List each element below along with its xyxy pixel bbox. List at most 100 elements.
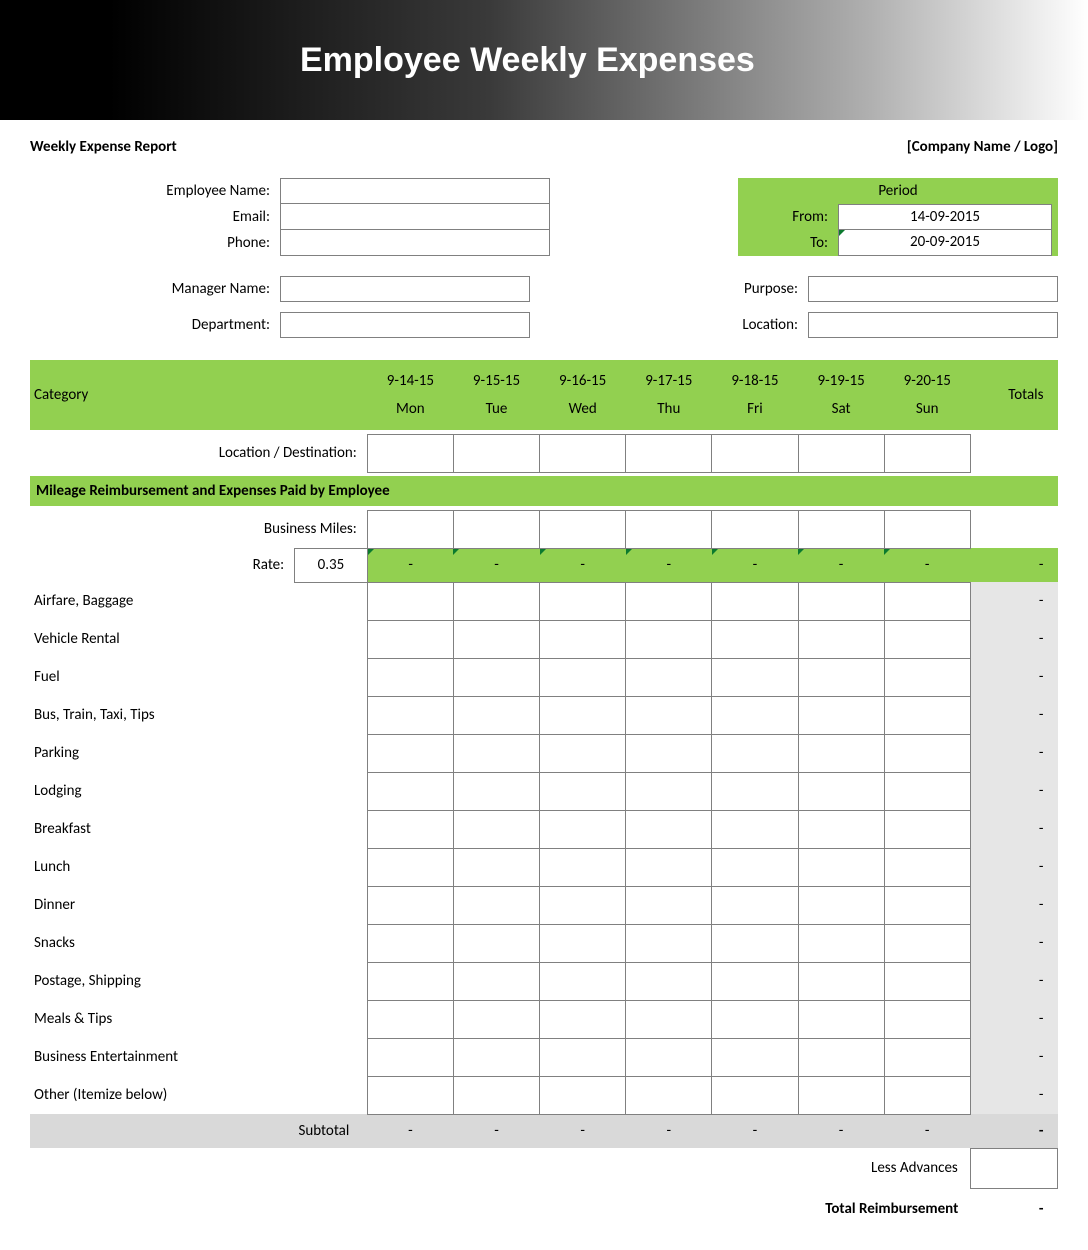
less-advances-input[interactable] bbox=[970, 1148, 1057, 1188]
department-input[interactable] bbox=[280, 312, 530, 338]
expense-cell[interactable] bbox=[884, 1038, 970, 1076]
expense-cell[interactable] bbox=[540, 886, 626, 924]
purpose-input[interactable] bbox=[808, 276, 1058, 302]
expense-cell[interactable] bbox=[712, 886, 798, 924]
expense-cell[interactable] bbox=[367, 848, 453, 886]
expense-cell[interactable] bbox=[626, 696, 712, 734]
expense-cell[interactable] bbox=[540, 1000, 626, 1038]
employee-name-input[interactable] bbox=[280, 178, 550, 204]
expense-cell[interactable] bbox=[884, 1000, 970, 1038]
expense-cell[interactable] bbox=[798, 1000, 884, 1038]
expense-cell[interactable] bbox=[453, 772, 539, 810]
expense-cell[interactable] bbox=[884, 582, 970, 620]
expense-cell[interactable] bbox=[626, 848, 712, 886]
expense-cell[interactable] bbox=[884, 848, 970, 886]
miles-cell[interactable] bbox=[884, 510, 970, 548]
miles-cell[interactable] bbox=[367, 510, 453, 548]
expense-cell[interactable] bbox=[367, 1076, 453, 1114]
expense-cell[interactable] bbox=[884, 620, 970, 658]
expense-cell[interactable] bbox=[798, 1076, 884, 1114]
expense-cell[interactable] bbox=[540, 810, 626, 848]
expense-cell[interactable] bbox=[626, 734, 712, 772]
expense-cell[interactable] bbox=[798, 1038, 884, 1076]
locdest-cell[interactable] bbox=[453, 434, 539, 472]
expense-cell[interactable] bbox=[453, 734, 539, 772]
expense-cell[interactable] bbox=[798, 696, 884, 734]
rate-input[interactable]: 0.35 bbox=[295, 548, 368, 582]
expense-cell[interactable] bbox=[453, 1000, 539, 1038]
expense-cell[interactable] bbox=[626, 810, 712, 848]
expense-cell[interactable] bbox=[712, 1038, 798, 1076]
expense-cell[interactable] bbox=[453, 582, 539, 620]
employee-phone-input[interactable] bbox=[280, 230, 550, 256]
locdest-cell[interactable] bbox=[712, 434, 798, 472]
expense-cell[interactable] bbox=[798, 734, 884, 772]
locdest-cell[interactable] bbox=[540, 434, 626, 472]
expense-cell[interactable] bbox=[884, 658, 970, 696]
expense-cell[interactable] bbox=[540, 620, 626, 658]
expense-cell[interactable] bbox=[712, 848, 798, 886]
expense-cell[interactable] bbox=[540, 848, 626, 886]
expense-cell[interactable] bbox=[367, 620, 453, 658]
expense-cell[interactable] bbox=[540, 1076, 626, 1114]
expense-cell[interactable] bbox=[798, 658, 884, 696]
expense-cell[interactable] bbox=[626, 1038, 712, 1076]
expense-cell[interactable] bbox=[626, 962, 712, 1000]
expense-cell[interactable] bbox=[453, 924, 539, 962]
expense-cell[interactable] bbox=[453, 658, 539, 696]
expense-cell[interactable] bbox=[540, 582, 626, 620]
expense-cell[interactable] bbox=[367, 772, 453, 810]
expense-cell[interactable] bbox=[884, 886, 970, 924]
expense-cell[interactable] bbox=[712, 734, 798, 772]
expense-cell[interactable] bbox=[453, 810, 539, 848]
expense-cell[interactable] bbox=[367, 696, 453, 734]
expense-cell[interactable] bbox=[798, 772, 884, 810]
expense-cell[interactable] bbox=[453, 620, 539, 658]
expense-cell[interactable] bbox=[540, 772, 626, 810]
miles-cell[interactable] bbox=[626, 510, 712, 548]
expense-cell[interactable] bbox=[540, 658, 626, 696]
expense-cell[interactable] bbox=[367, 924, 453, 962]
expense-cell[interactable] bbox=[712, 696, 798, 734]
expense-cell[interactable] bbox=[626, 924, 712, 962]
expense-cell[interactable] bbox=[367, 962, 453, 1000]
expense-cell[interactable] bbox=[712, 924, 798, 962]
expense-cell[interactable] bbox=[540, 1038, 626, 1076]
period-to-input[interactable]: 20-09-2015 bbox=[838, 230, 1052, 256]
expense-cell[interactable] bbox=[798, 886, 884, 924]
expense-cell[interactable] bbox=[798, 848, 884, 886]
expense-cell[interactable] bbox=[884, 810, 970, 848]
expense-cell[interactable] bbox=[712, 810, 798, 848]
expense-cell[interactable] bbox=[712, 962, 798, 1000]
expense-cell[interactable] bbox=[798, 810, 884, 848]
expense-cell[interactable] bbox=[453, 1076, 539, 1114]
expense-cell[interactable] bbox=[626, 886, 712, 924]
expense-cell[interactable] bbox=[798, 924, 884, 962]
expense-cell[interactable] bbox=[712, 772, 798, 810]
expense-cell[interactable] bbox=[540, 696, 626, 734]
expense-cell[interactable] bbox=[453, 848, 539, 886]
expense-cell[interactable] bbox=[884, 696, 970, 734]
expense-cell[interactable] bbox=[367, 810, 453, 848]
employee-email-input[interactable] bbox=[280, 204, 550, 230]
expense-cell[interactable] bbox=[884, 1076, 970, 1114]
expense-cell[interactable] bbox=[626, 1076, 712, 1114]
expense-cell[interactable] bbox=[540, 734, 626, 772]
locdest-cell[interactable] bbox=[626, 434, 712, 472]
expense-cell[interactable] bbox=[626, 772, 712, 810]
expense-cell[interactable] bbox=[712, 1000, 798, 1038]
expense-cell[interactable] bbox=[884, 734, 970, 772]
manager-name-input[interactable] bbox=[280, 276, 530, 302]
expense-cell[interactable] bbox=[884, 772, 970, 810]
locdest-cell[interactable] bbox=[884, 434, 970, 472]
expense-cell[interactable] bbox=[367, 1000, 453, 1038]
expense-cell[interactable] bbox=[798, 962, 884, 1000]
expense-cell[interactable] bbox=[884, 924, 970, 962]
expense-cell[interactable] bbox=[626, 658, 712, 696]
expense-cell[interactable] bbox=[798, 582, 884, 620]
locdest-cell[interactable] bbox=[367, 434, 453, 472]
expense-cell[interactable] bbox=[453, 886, 539, 924]
period-from-input[interactable]: 14-09-2015 bbox=[838, 204, 1052, 230]
miles-cell[interactable] bbox=[453, 510, 539, 548]
expense-cell[interactable] bbox=[453, 1038, 539, 1076]
